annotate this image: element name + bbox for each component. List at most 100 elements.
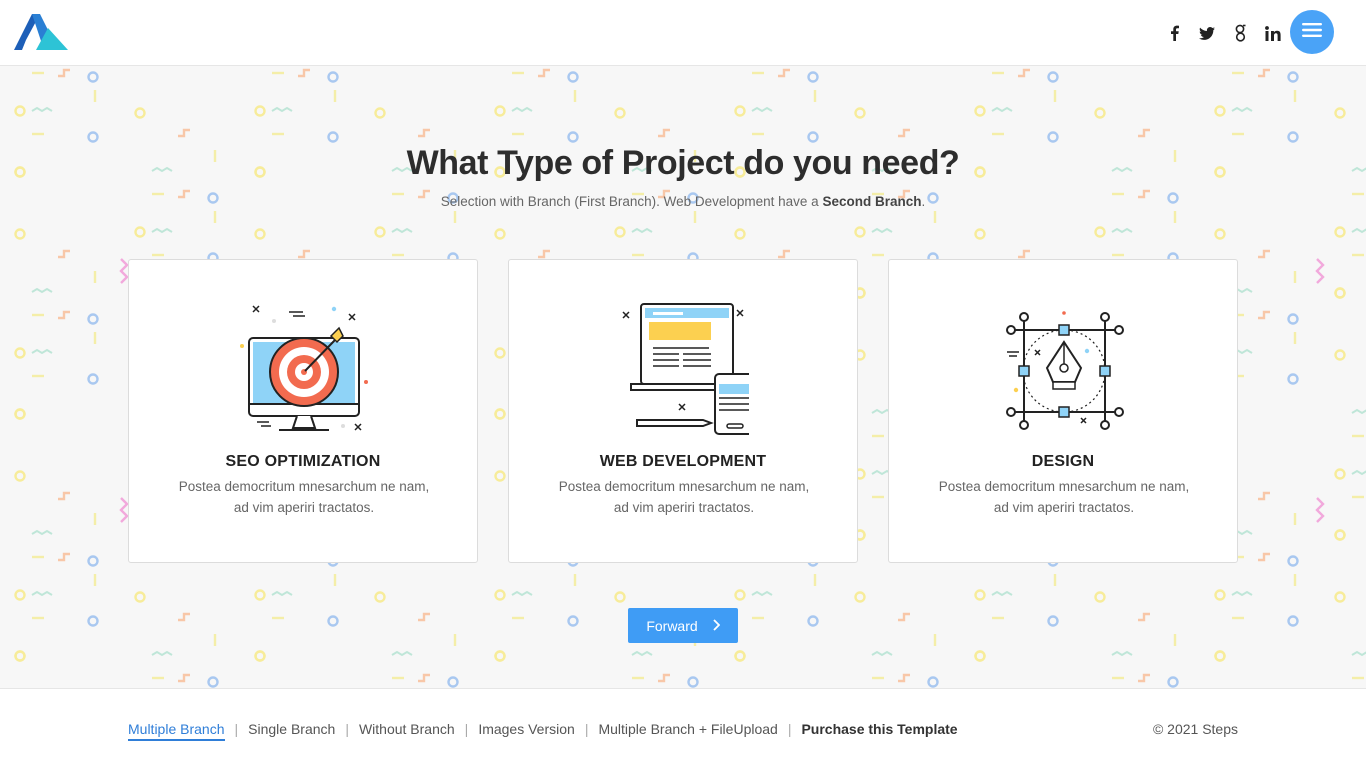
pattern-shape — [447, 676, 459, 688]
pattern-shape — [898, 128, 910, 138]
pattern-shape — [614, 107, 626, 119]
pattern-shape — [1111, 650, 1133, 657]
pattern-shape — [854, 107, 866, 119]
pattern-shape — [87, 555, 99, 567]
footer-link-images-version[interactable]: Images Version — [478, 721, 575, 737]
pattern-shape — [178, 673, 190, 683]
footer-link-without-branch[interactable]: Without Branch — [359, 721, 455, 737]
footer-link-multiple-branch-fileupload[interactable]: Multiple Branch + FileUpload — [598, 721, 777, 737]
card-description: Postea democritum mnesarchum ne nam, ad … — [549, 476, 819, 518]
option-card-seo[interactable]: SEO OPTIMIZATION Postea democritum mnesa… — [128, 259, 478, 563]
pattern-shape — [14, 347, 26, 359]
pattern-shape — [538, 249, 550, 259]
pattern-shape — [254, 105, 266, 117]
top-bar — [0, 0, 1366, 66]
facebook-icon[interactable] — [1166, 22, 1182, 44]
option-card-design[interactable]: DESIGN Postea democritum mnesarchum ne n… — [888, 259, 1238, 563]
pattern-shape — [974, 589, 986, 601]
pattern-shape — [1214, 589, 1226, 601]
footer-link-purchase-template[interactable]: Purchase this Template — [801, 721, 957, 737]
pattern-shape — [1334, 349, 1346, 361]
pattern-shape — [614, 591, 626, 603]
pattern-shape — [1351, 227, 1366, 234]
pattern-shape — [494, 105, 506, 117]
pattern-shape — [1258, 491, 1270, 501]
card-description-line: Postea democritum mnesarchum ne nam, — [938, 479, 1190, 494]
pattern-shape — [854, 591, 866, 603]
logo[interactable] — [14, 14, 68, 50]
pattern-shape — [687, 676, 699, 688]
forward-button[interactable]: Forward — [628, 608, 738, 643]
pattern-shape — [567, 71, 579, 83]
pattern-shape — [391, 227, 413, 234]
page-title: What Type of Project do you need? — [406, 144, 960, 182]
pattern-shape — [1138, 612, 1150, 622]
pattern-shape — [14, 228, 26, 240]
card-title: SEO OPTIMIZATION — [225, 453, 381, 470]
pattern-shape — [778, 249, 790, 259]
wizard-step: What Type of Project do you need? Select… — [0, 66, 1366, 688]
pattern-shape — [658, 673, 670, 683]
pattern-shape — [1231, 106, 1253, 113]
pattern-shape — [1334, 529, 1346, 541]
pattern-shape — [807, 131, 819, 143]
card-description-line: Postea democritum mnesarchum ne nam, — [178, 479, 430, 494]
menu-button[interactable] — [1290, 10, 1334, 54]
subtitle-period: . — [921, 194, 926, 209]
divider: | — [234, 721, 239, 737]
hamburger-menu-icon — [1302, 22, 1322, 43]
pattern-shape — [494, 228, 506, 240]
pattern-shape — [1018, 249, 1030, 259]
pattern-shape — [734, 589, 746, 601]
pattern-shape — [1334, 287, 1346, 299]
pattern-shape — [751, 590, 773, 597]
pattern-shape — [119, 497, 129, 523]
pattern-shape — [511, 590, 533, 597]
pattern-shape — [631, 650, 653, 657]
pattern-shape — [751, 106, 773, 113]
pattern-shape — [134, 107, 146, 119]
pattern-shape — [658, 128, 670, 138]
pattern-shape — [898, 673, 910, 683]
pattern-shape — [58, 491, 70, 501]
pattern-shape — [58, 310, 70, 320]
card-description-line: ad vim aperiri tractatos. — [993, 500, 1135, 515]
pattern-shape — [134, 591, 146, 603]
pattern-shape — [418, 673, 430, 683]
pattern-shape — [1287, 313, 1299, 325]
pattern-shape — [734, 228, 746, 240]
option-card-web-development[interactable]: WEB DEVELOPMENT Postea democritum mnesar… — [508, 259, 858, 563]
google-plus-icon[interactable] — [1232, 22, 1248, 44]
pattern-shape — [1214, 228, 1226, 240]
pattern-shape — [1334, 226, 1346, 238]
pattern-shape — [1258, 68, 1270, 78]
pattern-shape — [58, 68, 70, 78]
pattern-shape — [58, 249, 70, 259]
footer-link-single-branch[interactable]: Single Branch — [248, 721, 335, 737]
pattern-shape — [327, 71, 339, 83]
pattern-shape — [1138, 673, 1150, 683]
pattern-shape — [31, 590, 53, 597]
pattern-shape — [1111, 227, 1133, 234]
pattern-shape — [1287, 373, 1299, 385]
pattern-shape — [151, 650, 173, 657]
pattern-shape — [1351, 408, 1366, 415]
footer-link-multiple-branch[interactable]: Multiple Branch — [128, 721, 225, 741]
pattern-shape — [151, 227, 173, 234]
pattern-shape — [418, 128, 430, 138]
pattern-shape — [494, 650, 506, 662]
pattern-shape — [1351, 469, 1366, 476]
pattern-shape — [734, 650, 746, 662]
pattern-shape — [374, 226, 386, 238]
pattern-shape — [31, 348, 53, 355]
pattern-shape — [31, 106, 53, 113]
twitter-icon[interactable] — [1198, 22, 1216, 44]
pattern-shape — [871, 650, 893, 657]
pattern-shape — [254, 228, 266, 240]
pattern-shape — [207, 676, 219, 688]
pattern-shape — [494, 470, 506, 482]
pattern-shape — [807, 615, 819, 627]
pattern-shape — [1047, 615, 1059, 627]
pattern-shape — [494, 347, 506, 359]
linkedin-icon[interactable] — [1264, 22, 1282, 44]
